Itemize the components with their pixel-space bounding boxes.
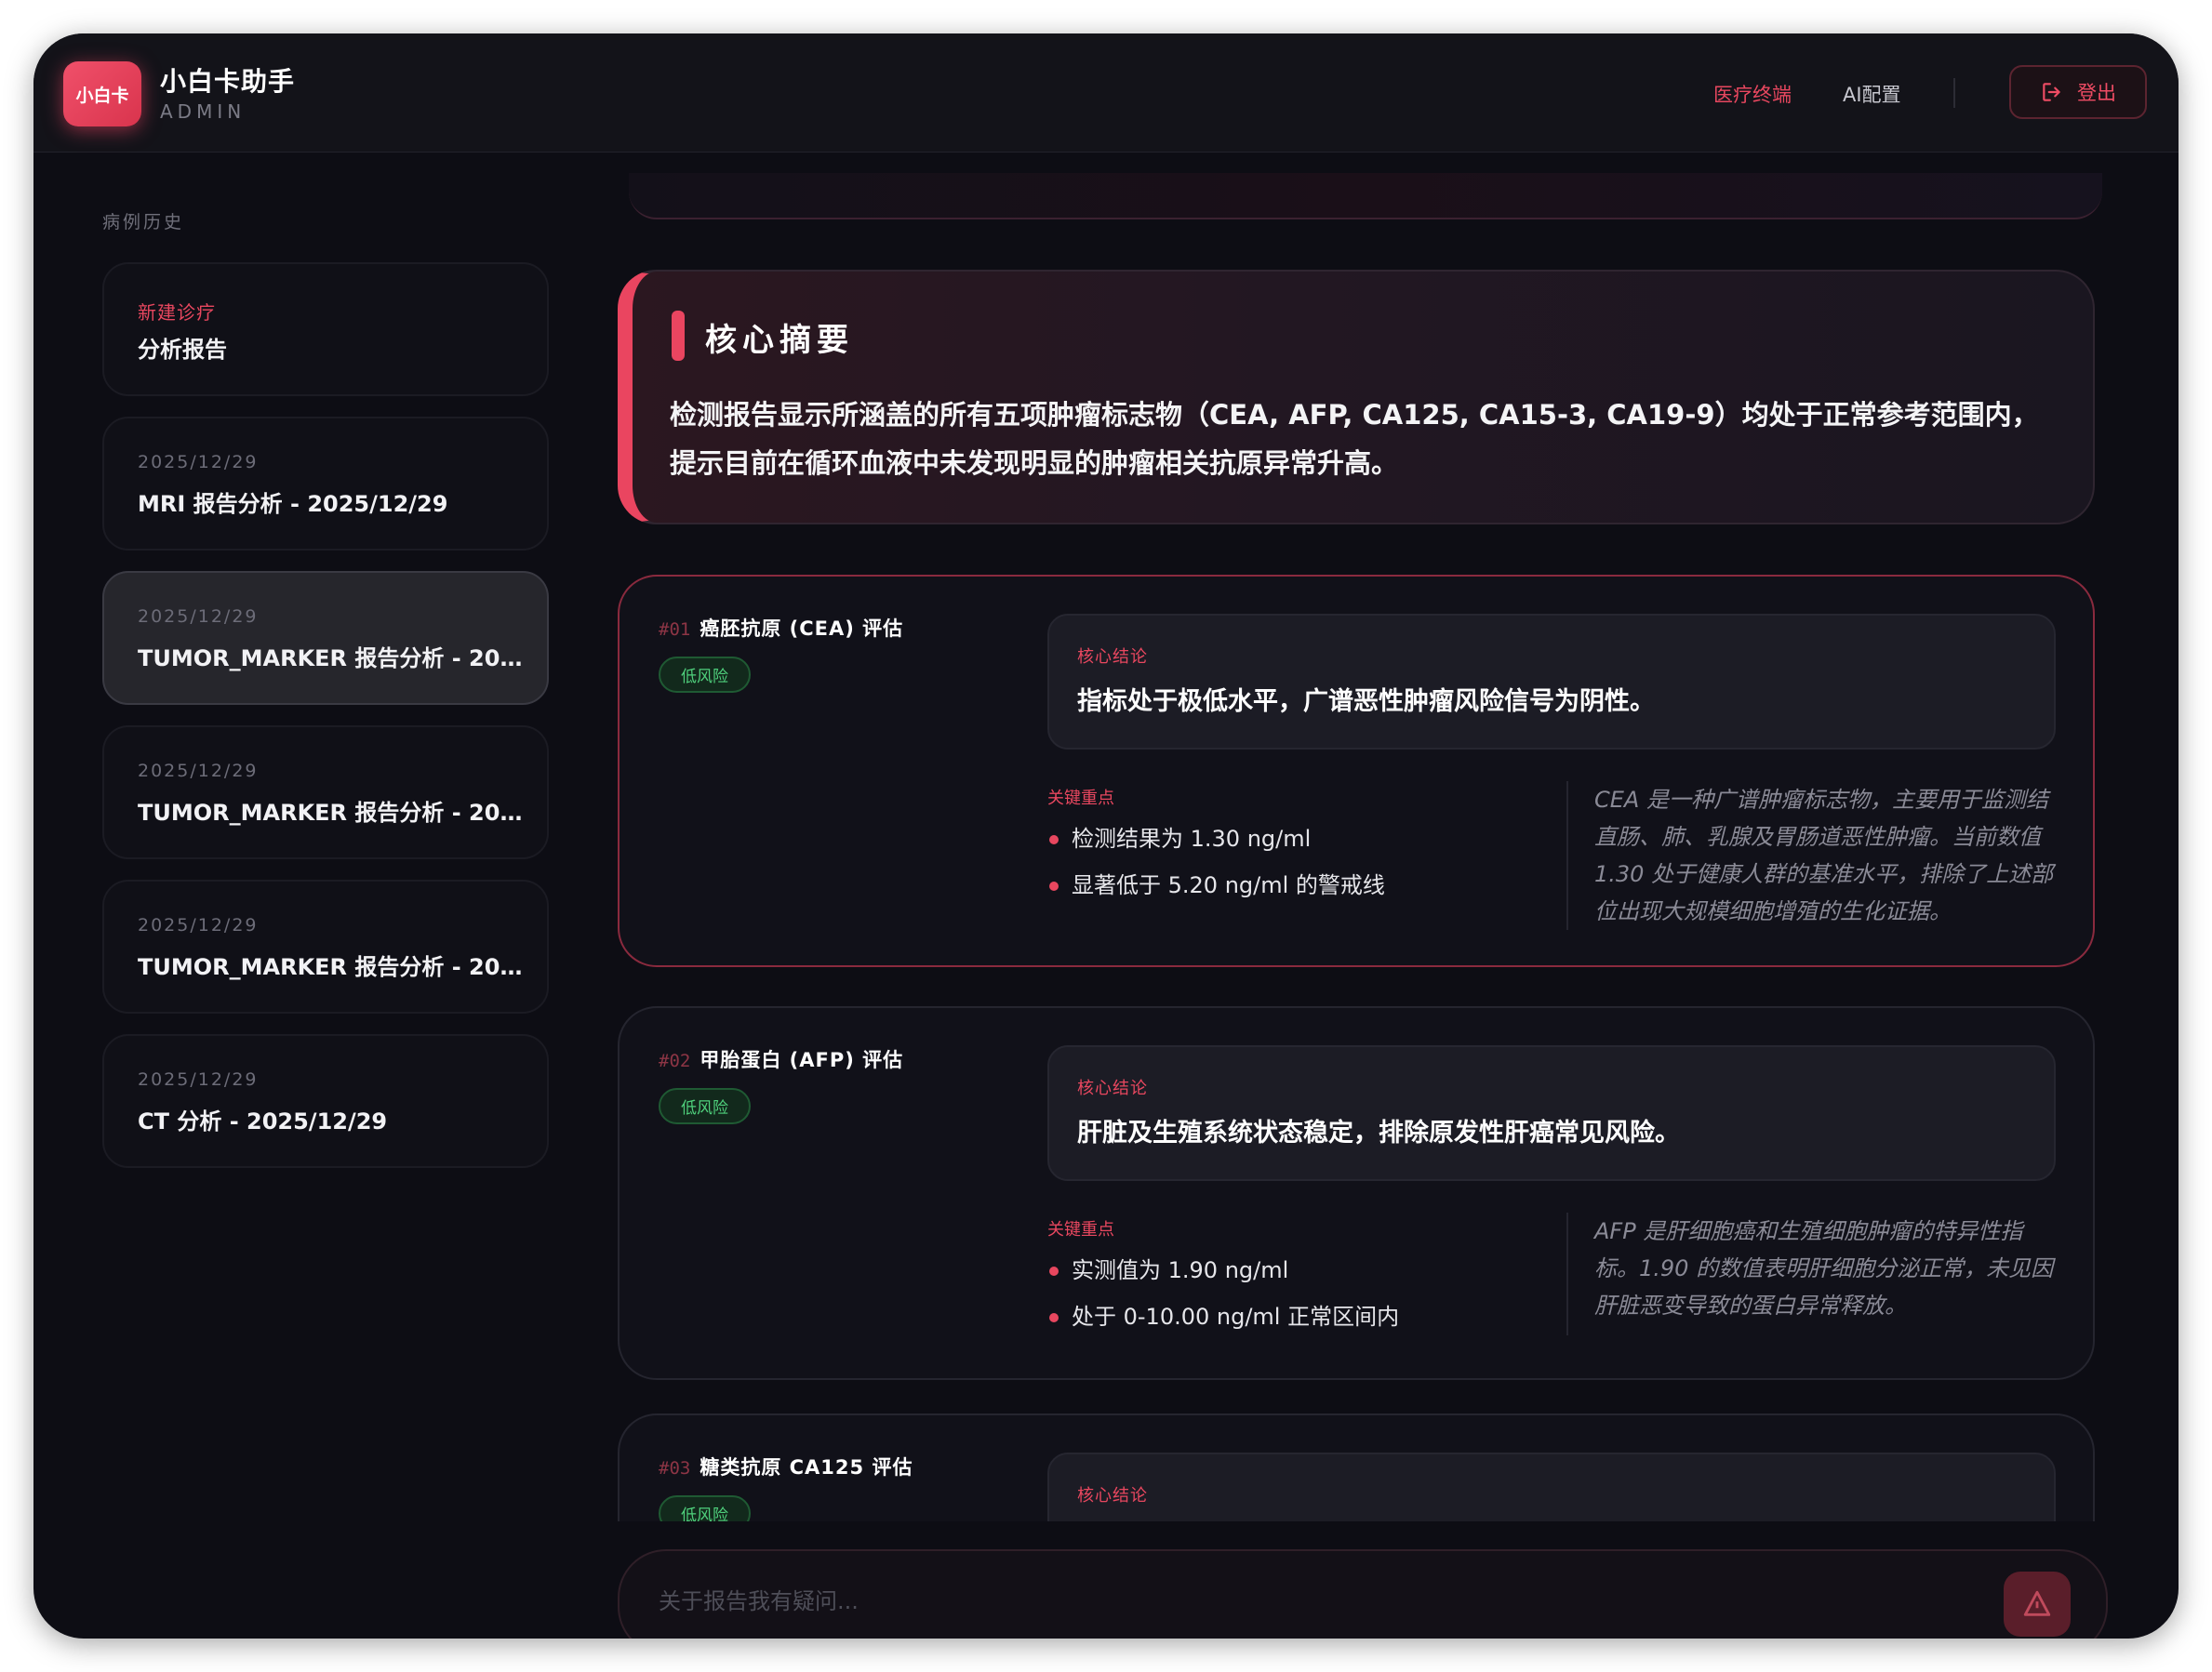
case-date: 2025/12/29: [138, 1069, 259, 1090]
send-button[interactable]: [2004, 1572, 2071, 1637]
case-history-item-active[interactable]: 2025/12/29 TUMOR_MARKER 报告分析 - 202...: [102, 571, 549, 705]
note-divider: [1566, 1213, 1568, 1335]
conclusion-text: 肝脏及生殖系统状态稳定，排除原发性肝癌常见风险。: [1077, 1119, 1680, 1148]
conclusion-label: 核心结论: [1077, 1079, 1148, 1098]
logout-icon: [2043, 83, 2060, 101]
risk-badge: 低风险: [659, 657, 751, 693]
keypoints-list: 实测值为 1.90 ng/ml 处于 0-10.00 ng/ml 正常区间内: [1047, 1252, 1399, 1345]
conclusion-box: 核心结论 指标处于极低水平，广谱恶性肿瘤风险信号为阴性。: [1047, 614, 2056, 750]
conclusion-label: 核心结论: [1077, 647, 1148, 667]
core-summary-card: 核心摘要 检测报告显示所涵盖的所有五项肿瘤标志物（CEA, AFP, CA125…: [618, 270, 2095, 524]
case-date: 2025/12/29: [138, 761, 259, 781]
case-title: TUMOR_MARKER 报告分析 - 202...: [138, 954, 528, 980]
chat-input[interactable]: [659, 1588, 1868, 1614]
case-date: 2025/12/29: [138, 606, 259, 627]
marker-heading: #01 癌胚抗原 (CEA) 评估: [659, 614, 903, 642]
keypoint-item: 实测值为 1.90 ng/ml: [1047, 1252, 1399, 1298]
keypoints-label: 关键重点: [1047, 789, 1114, 808]
marker-note: AFP 是肝细胞癌和生殖细胞肿瘤的特异性指标。1.90 的数值表明肝细胞分泌正常…: [1594, 1218, 2054, 1319]
marker-card-cea: #01 癌胚抗原 (CEA) 评估 低风险 核心结论 指标处于极低水平，广谱恶性肿…: [618, 575, 2095, 967]
app-name: 小白卡助手: [160, 66, 296, 97]
marker-number: #01: [659, 619, 691, 640]
keypoints-list: 检测结果为 1.30 ng/ml 显著低于 5.20 ng/ml 的警戒线: [1047, 820, 1385, 913]
case-date: 2025/12/29: [138, 452, 259, 472]
marker-name: 癌胚抗原 (CEA) 评估: [700, 617, 904, 640]
conclusion-label: 核心结论: [1077, 1486, 1148, 1506]
case-title: TUMOR_MARKER 报告分析 - 202...: [138, 645, 528, 671]
sidebar-title: 病例历史: [102, 212, 185, 232]
case-title: MRI 报告分析 - 2025/12/29: [138, 491, 448, 517]
summary-text: 检测报告显示所涵盖的所有五项肿瘤标志物（CEA, AFP, CA125, CA1…: [670, 399, 2039, 479]
logout-label: 登出: [2077, 82, 2116, 104]
case-title: CT 分析 - 2025/12/29: [138, 1108, 388, 1135]
chat-input-bar: [618, 1549, 2108, 1639]
keypoint-item: 检测结果为 1.30 ng/ml: [1047, 820, 1385, 867]
case-date: 2025/12/29: [138, 915, 259, 936]
case-history-item[interactable]: 2025/12/29 CT 分析 - 2025/12/29: [102, 1034, 549, 1168]
marker-number: #03: [659, 1458, 691, 1479]
marker-name: 糖类抗原 CA125 评估: [700, 1456, 913, 1479]
nav-medical-terminal[interactable]: 医疗终端: [1713, 80, 1792, 108]
risk-badge: 低风险: [659, 1088, 751, 1124]
keypoint-item: 处于 0-10.00 ng/ml 正常区间内: [1047, 1298, 1399, 1345]
app-logo[interactable]: 小白卡: [63, 61, 141, 126]
marker-heading: #02 甲胎蛋白 (AFP) 评估: [659, 1045, 903, 1073]
marker-name: 甲胎蛋白 (AFP) 评估: [700, 1049, 904, 1071]
keypoint-item: 显著低于 5.20 ng/ml 的警戒线: [1047, 867, 1385, 913]
marker-number: #02: [659, 1051, 691, 1071]
summary-accent-bar: [672, 311, 685, 361]
logout-button[interactable]: 登出: [2009, 65, 2147, 119]
note-divider: [1566, 781, 1568, 930]
marker-heading: #03 糖类抗原 CA125 评估: [659, 1453, 913, 1480]
case-history-item[interactable]: 2025/12/29 TUMOR_MARKER 报告分析 - 202...: [102, 725, 549, 859]
summary-title: 核心摘要: [705, 322, 854, 359]
top-header: 小白卡 小白卡助手 ADMIN 医疗终端 AI配置 登出: [33, 33, 2179, 153]
conclusion-text: 指标处于极低水平，广谱恶性肿瘤风险信号为阴性。: [1077, 687, 1655, 716]
case-title: TUMOR_MARKER 报告分析 - 202...: [138, 800, 528, 826]
app-subtitle: ADMIN: [160, 100, 247, 123]
case-history-item[interactable]: 2025/12/29 MRI 报告分析 - 2025/12/29: [102, 417, 549, 551]
conclusion-box: 核心结论 肝脏及生殖系统状态稳定，排除原发性肝癌常见风险。: [1047, 1045, 2056, 1181]
send-icon: [2023, 1590, 2051, 1616]
marker-card-afp: #02 甲胎蛋白 (AFP) 评估 低风险 核心结论 肝脏及生殖系统状态稳定，排除…: [618, 1006, 2095, 1380]
app-window: 小白卡 小白卡助手 ADMIN 医疗终端 AI配置 登出 病例历史 新建诊疗 分…: [33, 33, 2179, 1639]
nav-divider: [1953, 78, 1955, 108]
new-case-item[interactable]: 新建诊疗 分析报告: [102, 262, 549, 396]
previous-card-edge: [629, 173, 2102, 219]
case-title: 分析报告: [138, 337, 227, 363]
keypoints-label: 关键重点: [1047, 1220, 1114, 1240]
case-label: 新建诊疗: [138, 301, 216, 324]
marker-note: CEA 是一种广谱肿瘤标志物，主要用于监测结直肠、肺、乳腺及胃肠道恶性肿瘤。当前…: [1594, 787, 2054, 924]
nav-ai-config[interactable]: AI配置: [1843, 80, 1901, 108]
case-history-item[interactable]: 2025/12/29 TUMOR_MARKER 报告分析 - 202...: [102, 880, 549, 1014]
